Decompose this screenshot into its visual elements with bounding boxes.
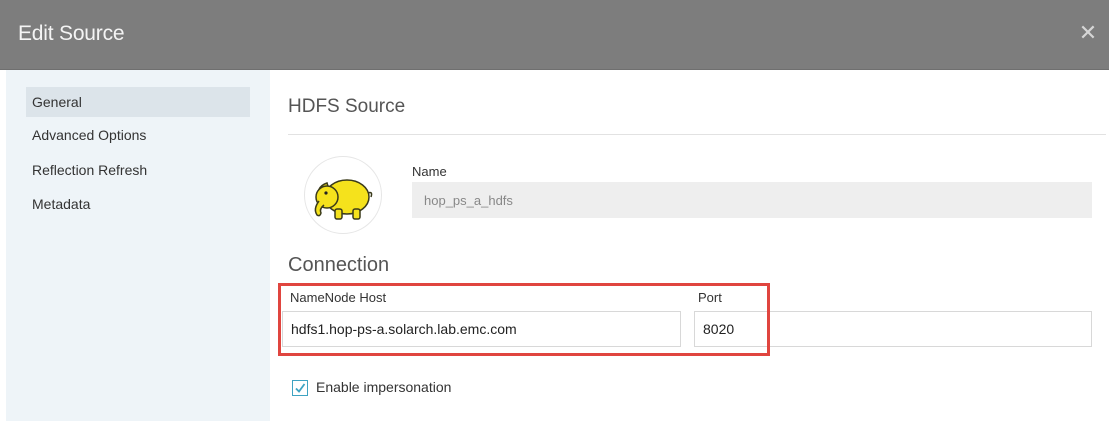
- dialog-titlebar: Edit Source ✕: [0, 0, 1109, 70]
- highlight-box: [278, 283, 770, 356]
- checkmark-icon: [295, 383, 306, 393]
- section-title: HDFS Source: [288, 96, 406, 117]
- sidebar-item-advanced-options[interactable]: Advanced Options: [26, 120, 250, 150]
- name-field[interactable]: [412, 182, 1092, 218]
- sidebar-item-reflection-refresh[interactable]: Reflection Refresh: [26, 155, 250, 185]
- sidebar-item-general[interactable]: General: [26, 87, 250, 117]
- enable-impersonation-label[interactable]: Enable impersonation: [316, 379, 451, 395]
- sidebar-item-metadata[interactable]: Metadata: [26, 189, 250, 219]
- sidebar: General Advanced Options Reflection Refr…: [6, 70, 270, 421]
- name-label: Name: [412, 164, 447, 179]
- divider: [288, 134, 1106, 135]
- connection-title: Connection: [288, 254, 390, 276]
- main-panel: HDFS Source Name Connection NameNode Hos…: [270, 70, 1109, 421]
- hadoop-elephant-icon: [304, 156, 382, 234]
- close-icon[interactable]: ✕: [1077, 22, 1099, 44]
- enable-impersonation-checkbox[interactable]: [292, 380, 308, 396]
- dialog-title: Edit Source: [18, 22, 125, 45]
